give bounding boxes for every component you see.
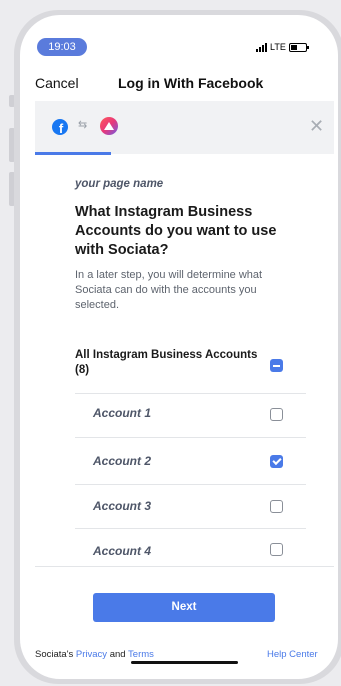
cancel-button[interactable]: Cancel xyxy=(35,75,79,91)
brand-name: Sociata xyxy=(35,649,67,660)
battery-icon xyxy=(288,42,309,52)
account-label-3: Account 3 xyxy=(93,499,152,513)
account-label-1: Account 1 xyxy=(93,406,152,420)
swap-arrows-icon: ⇆ xyxy=(78,119,88,131)
close-icon[interactable]: ✕ xyxy=(309,117,324,135)
description-text: In a later step, you will determine what… xyxy=(75,269,263,311)
progress-indicator xyxy=(35,152,111,155)
account-checkbox-2[interactable] xyxy=(270,455,283,468)
help-center-link[interactable]: Help Center xyxy=(267,649,318,660)
divider xyxy=(75,484,306,485)
privacy-link[interactable]: Privacy xyxy=(76,649,107,660)
legal-links: Sociata's Privacy and Terms xyxy=(35,649,154,660)
divider xyxy=(75,393,306,394)
facebook-icon: f xyxy=(52,119,68,135)
page-title: Log in With Facebook xyxy=(118,75,264,91)
possessive: 's xyxy=(66,649,74,660)
all-accounts-label: All Instagram Business Accounts (8) xyxy=(75,349,258,376)
all-accounts-checkbox[interactable] xyxy=(270,359,283,372)
signal-icon xyxy=(256,42,267,52)
status-time: 19:03 xyxy=(37,38,87,56)
divider xyxy=(75,437,306,438)
account-label-2: Account 2 xyxy=(93,454,152,468)
and-text: and xyxy=(109,649,126,660)
account-checkbox-3[interactable] xyxy=(270,500,283,513)
page-name: your page name xyxy=(75,178,164,190)
account-checkbox-1[interactable] xyxy=(270,408,283,421)
question-heading: What Instagram Business Accounts do you … xyxy=(75,204,277,258)
network-type: LTE xyxy=(270,42,286,52)
footer-divider xyxy=(35,566,334,567)
account-checkbox-4[interactable] xyxy=(270,543,283,556)
next-button[interactable]: Next xyxy=(93,593,275,622)
account-label-4: Account 4 xyxy=(93,544,152,558)
home-indicator[interactable] xyxy=(131,661,238,664)
terms-link[interactable]: Terms xyxy=(128,649,154,660)
status-indicators: LTE xyxy=(256,40,309,54)
sociata-app-icon xyxy=(100,117,118,135)
divider xyxy=(75,528,306,529)
